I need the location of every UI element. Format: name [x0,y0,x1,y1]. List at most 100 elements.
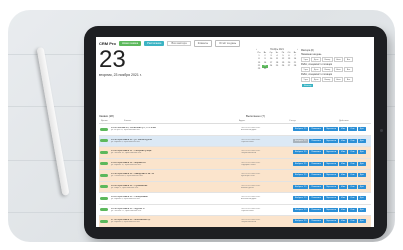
table-row[interactable]: 16:20 Ярославль 43 - Набережная ул. Киров… [99,193,371,205]
row-action-button[interactable]: Перенести [324,150,339,155]
row-action-button[interactable]: Перенести [324,219,339,224]
row-action-button[interactable]: Доп. [357,138,366,143]
row-master: Петров Алексей [241,221,256,224]
row-action-button[interactable]: Отм. [348,150,357,155]
row-actions: Выбрать ТО Позвонить Перенести Изм. Отм. Доп. [293,184,366,189]
row-contact: Тел: 8-912-000-20-41 Петров Алексей [241,150,293,154]
master-select[interactable]: Все мастера [167,40,191,46]
row-action-button[interactable]: Изм. [339,196,348,201]
table-row[interactable]: 15:40 Ярославль 60 - Заводская 2 кв. 44 у… [99,170,371,182]
calendar-grid: Пн Вт Ср Чт Пт Сб Вс 1 2 3 4 5 6 7 8 9 10 11 12 13 14 15 16 17 1… [256,52,298,71]
row-action-button[interactable]: Выбрать ТО [293,150,309,155]
filter-tag[interactable]: Все [344,67,353,72]
row-action-button[interactable]: Позвонить [309,161,324,166]
filter-tag[interactable]: Вечер [322,77,333,82]
row-action-button[interactable]: Доп. [357,184,366,189]
calendar-day[interactable]: 28 [292,65,298,68]
row-action-button[interactable]: Позвонить [309,173,324,178]
row-action-button[interactable]: Изм. [339,150,348,155]
row-action-button[interactable]: Изм. [339,138,348,143]
row-action-button[interactable]: Отм. [348,127,357,132]
row-action-button[interactable]: Отм. [348,173,357,178]
row-action-button[interactable]: Позвонить [309,196,324,201]
day-report-button[interactable]: Отчёт за день [215,39,241,47]
row-action-button[interactable]: Позвонить [309,138,324,143]
table-row[interactable]: 15:20 Ярославль 59 - Мирная 20 ул. Кирова… [99,158,371,170]
row-action-button[interactable]: Изм. [339,219,348,224]
row-master: Сергеев Иван [241,209,254,212]
row-action-button[interactable]: Перенести [324,161,339,166]
filter-tag[interactable]: День [311,77,322,82]
filter-tag[interactable]: Вечер [322,67,333,72]
row-action-button[interactable]: Доп. [357,127,366,132]
row-action-button[interactable]: Отм. [348,161,357,166]
row-action-button[interactable]: Позвонить [309,207,324,212]
table-row[interactable]: 17:00 Ярославль 43 - Московский пр. ул. К… [99,216,371,227]
row-action-button[interactable]: Доп. [357,219,366,224]
filter-tag[interactable]: Все [344,77,353,82]
row-contact: Тел: 8-912-000-20-41 Сергеев Иван [241,208,293,212]
filter-tag[interactable]: Ночь [333,67,344,72]
row-action-button[interactable]: Отм. [348,219,357,224]
row-action-button[interactable]: Доп. [357,150,366,155]
clients-button[interactable]: Клиенты [193,39,213,47]
row-action-button[interactable]: Перенести [324,138,339,143]
row-action-button[interactable]: Перенести [324,127,339,132]
row-action-button[interactable]: Изм. [339,161,348,166]
row-action-button[interactable]: Позвонить [309,150,324,155]
row-action-button[interactable]: Отм. [348,196,357,201]
row-action-button[interactable]: Доп. [357,196,366,201]
filter-chip[interactable]: Фильтр [302,84,314,87]
row-text: 15:40 Ярославль 60 - Заводская 2 кв. 44 у… [111,173,191,177]
row-action-button[interactable]: Доп. [357,207,366,212]
table-row[interactable]: 14:40 Ярославль 43 - ул. Металлургов ул. … [99,135,371,147]
row-text: 15:00 Ярославль 51 - Нагорная улица ул. Л… [111,150,191,154]
filter-tag[interactable]: День [311,67,322,72]
row-action-button[interactable]: Позвонить [309,219,324,224]
row-action-button[interactable]: Выбрать ТО [293,196,309,201]
row-action-button[interactable]: Перенести [324,207,339,212]
row-action-button[interactable]: Изм. [339,127,348,132]
filter-tag[interactable]: Ночь [333,77,344,82]
row-action-button[interactable]: Выбрать ТО [293,138,309,143]
calendar-next-icon[interactable]: › [297,49,298,51]
row-action-button[interactable]: Выбрать ТО [293,219,309,224]
row-action-button[interactable]: Выбрать ТО [293,127,309,132]
filter-tag[interactable]: Все [344,57,353,62]
calendar-day[interactable]: 30 [262,68,268,71]
calendar-prev-icon[interactable]: ‹ [256,49,257,51]
row-action-button[interactable]: Отм. [348,138,357,143]
row-action-button[interactable]: Перенести [324,196,339,201]
row-action-button[interactable]: Изм. [339,184,348,189]
table-row[interactable]: 16:40 Ярославль 43 - Фрунзе 17 ул. Ленина… [99,204,371,216]
row-action-button[interactable]: Выбрать ТО [293,173,309,178]
filter-tag[interactable]: Утро [301,67,311,72]
row-action-button[interactable]: Перенести [324,173,339,178]
schedule-button[interactable]: Расписание [144,40,165,46]
new-request-button[interactable]: Новая заявка [118,40,142,46]
row-action-button[interactable]: Выбрать ТО [293,207,309,212]
row-action-button[interactable]: Выбрать ТО [293,184,309,189]
row-action-button[interactable]: Перенести [324,184,339,189]
filter-tag[interactable]: Вечер [322,57,333,62]
row-action-button[interactable]: Отм. [348,207,357,212]
table-row[interactable]: 16:00 Ярославль 60 - Пушкинская ул. Мира … [99,181,371,193]
row-action-button[interactable]: Изм. [339,207,348,212]
row-action-button[interactable]: Позвонить [309,184,324,189]
column-header: Статус [289,120,296,122]
table-row[interactable]: 14:00 Москва 43, Солнечная ул., ст.3 эта… [99,124,371,136]
row-master: Кузнецов Олег [241,175,255,178]
row-action-button[interactable]: Позвонить [309,127,324,132]
row-action-button[interactable]: Выбрать ТО [293,161,309,166]
row-action-button[interactable]: Доп. [357,161,366,166]
filter-tag[interactable]: День [311,57,322,62]
row-action-button[interactable]: Изм. [339,173,348,178]
filter-tag[interactable]: Ночь [333,57,344,62]
row-action-button[interactable]: Доп. [357,173,366,178]
table-row[interactable]: 15:00 Ярославль 51 - Нагорная улица ул. Л… [99,147,371,159]
filter-tag[interactable]: Утро [301,77,311,82]
row-action-button[interactable]: Отм. [348,184,357,189]
row-actions: Выбрать ТО Позвонить Перенести Изм. Отм. Доп. [293,219,366,224]
row-contact: Тел: 8-912-000-20-41 Кузнецов Олег [241,173,293,177]
filter-tag[interactable]: Утро [301,57,311,62]
